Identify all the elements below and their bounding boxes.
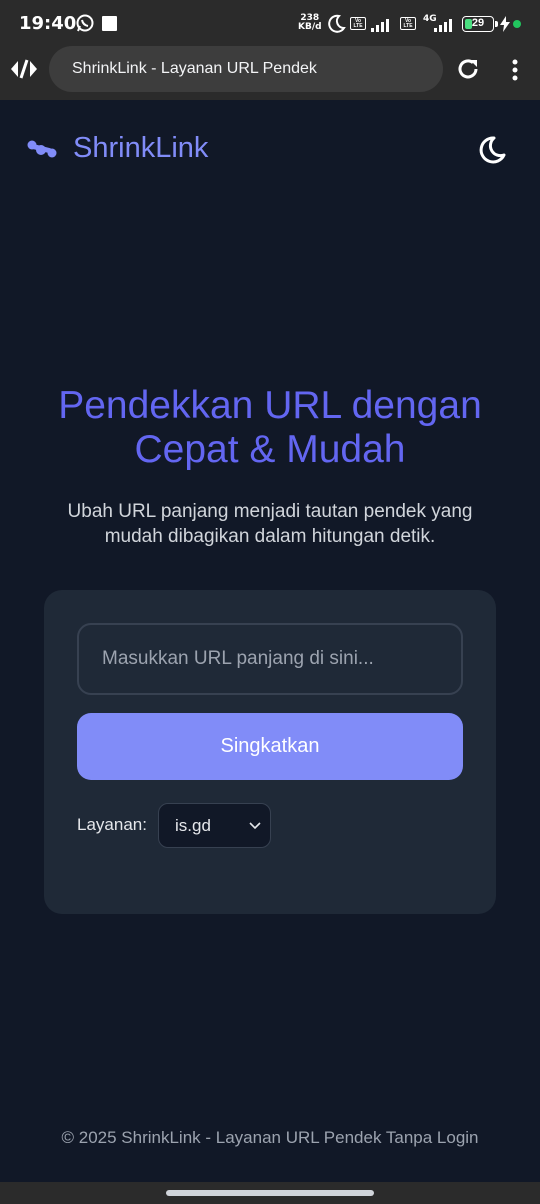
signal-icon-2 bbox=[434, 16, 456, 37]
notification-square-icon bbox=[102, 16, 117, 36]
brand-name[interactable]: ShrinkLink bbox=[73, 132, 208, 165]
more-menu-icon[interactable] bbox=[510, 58, 520, 87]
status-time: 19:40 bbox=[19, 13, 77, 34]
hero-subtitle: Ubah URL panjang menjadi tautan pendek y… bbox=[67, 501, 473, 547]
hero-title: Pendekkan URL dengan Cepat & Mudah bbox=[58, 384, 482, 471]
network-speed: 238 KB/d bbox=[298, 13, 322, 32]
system-nav-bar bbox=[0, 1182, 540, 1204]
charging-bolt-icon bbox=[500, 16, 510, 37]
status-bar: 19:40 238 KB/d Vo LTE Vo LTE 4G 29 bbox=[0, 0, 540, 46]
home-gesture-handle[interactable] bbox=[166, 1190, 374, 1196]
chevron-down-icon bbox=[248, 819, 262, 838]
battery-tip bbox=[495, 21, 498, 27]
link-logo-icon bbox=[26, 139, 58, 166]
dark-mode-moon-icon[interactable] bbox=[474, 133, 508, 167]
long-url-input[interactable] bbox=[77, 623, 463, 695]
volte-badge-1: Vo LTE bbox=[350, 17, 366, 30]
browser-toolbar: ShrinkLink - Layanan URL Pendek bbox=[0, 46, 540, 100]
browser-logo-icon[interactable] bbox=[10, 57, 38, 86]
do-not-disturb-moon-icon bbox=[326, 14, 346, 39]
shorten-button[interactable]: Singkatkan bbox=[77, 713, 463, 780]
signal-icon-1 bbox=[371, 16, 393, 37]
whatsapp-icon bbox=[75, 13, 95, 38]
volte-badge-2: Vo LTE bbox=[400, 17, 416, 30]
service-selected-value: is.gd bbox=[175, 816, 211, 835]
service-select[interactable]: is.gd bbox=[158, 803, 271, 848]
address-bar[interactable]: ShrinkLink - Layanan URL Pendek bbox=[49, 46, 443, 92]
footer-copyright: © 2025 ShrinkLink - Layanan URL Pendek T… bbox=[61, 1128, 479, 1147]
privacy-indicator-dot bbox=[513, 20, 521, 28]
shorten-form-card: Singkatkan Layanan: is.gd bbox=[44, 590, 496, 914]
battery-icon: 29 bbox=[462, 16, 494, 32]
service-label: Layanan: bbox=[77, 815, 147, 834]
battery-percent: 29 bbox=[471, 17, 485, 29]
page-title-in-address-bar: ShrinkLink - Layanan URL Pendek bbox=[72, 60, 317, 77]
reload-icon[interactable] bbox=[456, 57, 480, 86]
